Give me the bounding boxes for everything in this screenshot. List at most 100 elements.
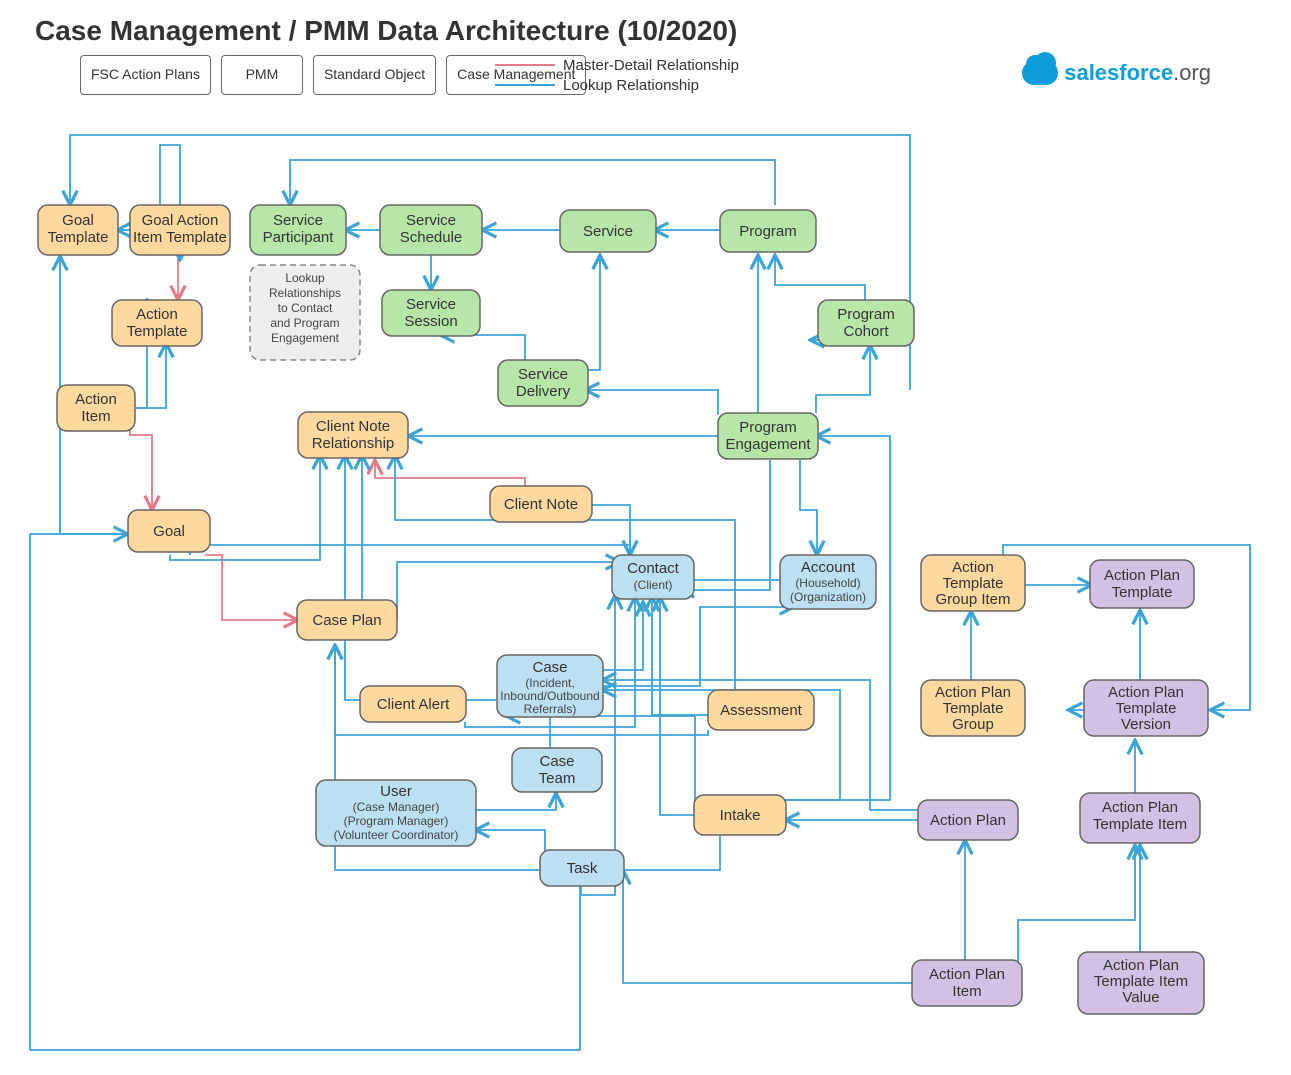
node-at-group-item: ActionTemplateGroup Item [921, 555, 1025, 611]
svg-text:Relationship: Relationship [312, 435, 395, 452]
svg-text:Action Plan: Action Plan [1102, 799, 1178, 816]
svg-text:Template: Template [943, 700, 1004, 717]
svg-text:Template: Template [48, 229, 109, 246]
svg-text:Service: Service [273, 212, 323, 229]
node-lookup-note: LookupRelationshipsto Contactand Program… [250, 265, 360, 360]
svg-text:Service: Service [583, 223, 633, 240]
svg-text:Template Item: Template Item [1094, 973, 1188, 990]
svg-text:Assessment: Assessment [720, 702, 803, 719]
node-action-plan: Action Plan [918, 800, 1018, 840]
node-ap-template: Action PlanTemplate [1090, 560, 1194, 608]
svg-text:and Program: and Program [270, 316, 339, 330]
svg-text:Service: Service [518, 366, 568, 383]
node-service-participant: ServiceParticipant [250, 205, 346, 255]
node-service-session: ServiceSession [382, 290, 480, 336]
svg-text:Action: Action [75, 391, 117, 408]
svg-text:Service: Service [406, 212, 456, 229]
node-assessment: Assessment [708, 690, 814, 730]
svg-text:Delivery: Delivery [516, 383, 571, 400]
svg-text:Group: Group [952, 716, 994, 733]
svg-text:Action Plan: Action Plan [929, 966, 1005, 983]
svg-text:Goal: Goal [153, 523, 185, 540]
svg-text:Client Note: Client Note [316, 418, 390, 435]
svg-text:Goal: Goal [62, 212, 94, 229]
node-program: Program [720, 210, 816, 252]
svg-text:Task: Task [567, 860, 598, 877]
svg-text:(Incident,: (Incident, [525, 676, 574, 690]
svg-text:Inbound/Outbound: Inbound/Outbound [500, 689, 599, 703]
svg-text:Action: Action [136, 306, 178, 323]
svg-text:(Organization): (Organization) [790, 590, 866, 604]
node-service-schedule: ServiceSchedule [380, 205, 482, 255]
node-account: Account(Household)(Organization) [780, 555, 876, 609]
node-service: Service [560, 210, 656, 252]
architecture-diagram: GoalTemplate Goal ActionItem Template Se… [0, 0, 1291, 1075]
svg-text:Program: Program [739, 223, 797, 240]
svg-text:Client Alert: Client Alert [377, 696, 450, 713]
node-goal-template: GoalTemplate [38, 205, 118, 255]
node-intake: Intake [694, 795, 786, 835]
svg-text:Item Template: Item Template [133, 229, 227, 246]
node-goal: Goal [128, 510, 210, 552]
svg-text:Client Note: Client Note [504, 496, 578, 513]
node-client-note: Client Note [490, 486, 592, 522]
svg-text:Relationships: Relationships [269, 286, 341, 300]
node-goal-action-item-template: Goal ActionItem Template [130, 205, 230, 255]
svg-text:Goal Action: Goal Action [142, 212, 219, 229]
svg-text:Engagement: Engagement [725, 436, 811, 453]
svg-text:Item: Item [952, 983, 981, 1000]
svg-text:(Case Manager): (Case Manager) [353, 800, 440, 814]
svg-text:Lookup: Lookup [285, 271, 325, 285]
svg-text:Program: Program [837, 306, 895, 323]
svg-text:Template: Template [1116, 700, 1177, 717]
svg-text:Action: Action [952, 559, 994, 576]
node-program-cohort: ProgramCohort [818, 300, 914, 346]
svg-text:Schedule: Schedule [400, 229, 463, 246]
svg-text:Session: Session [404, 313, 457, 330]
svg-text:(Volunteer Coordinator): (Volunteer Coordinator) [334, 828, 459, 842]
svg-text:Referrals): Referrals) [524, 702, 577, 716]
svg-text:Action Plan: Action Plan [1108, 684, 1184, 701]
svg-text:Template: Template [127, 323, 188, 340]
node-ap-item: Action PlanItem [912, 960, 1022, 1006]
node-client-note-relationship: Client NoteRelationship [298, 412, 408, 458]
node-client-alert: Client Alert [360, 686, 466, 722]
node-action-template: ActionTemplate [112, 300, 202, 346]
svg-text:Contact: Contact [627, 560, 680, 577]
svg-text:Value: Value [1122, 989, 1159, 1006]
svg-text:(Household): (Household) [795, 576, 860, 590]
svg-text:Template: Template [943, 575, 1004, 592]
svg-text:Action Plan: Action Plan [935, 684, 1011, 701]
svg-text:Action Plan: Action Plan [1103, 957, 1179, 974]
svg-text:Case: Case [532, 659, 567, 676]
svg-text:(Client): (Client) [634, 578, 673, 592]
svg-text:to Contact: to Contact [278, 301, 333, 315]
svg-text:Action Plan: Action Plan [1104, 567, 1180, 584]
svg-text:User: User [380, 783, 412, 800]
node-ap-tmpl-item-value: Action PlanTemplate ItemValue [1078, 952, 1204, 1014]
svg-text:Version: Version [1121, 716, 1171, 733]
node-service-delivery: ServiceDelivery [498, 360, 588, 406]
node-user: User(Case Manager)(Program Manager)(Volu… [316, 780, 476, 846]
node-action-item: ActionItem [57, 385, 135, 431]
svg-text:Template: Template [1112, 584, 1173, 601]
node-case: Case(Incident,Inbound/OutboundReferrals) [497, 655, 603, 717]
svg-text:Group Item: Group Item [935, 591, 1010, 608]
svg-text:Intake: Intake [720, 807, 761, 824]
svg-text:Engagement: Engagement [271, 331, 340, 345]
node-ap-template-item: Action PlanTemplate Item [1080, 793, 1200, 843]
svg-text:Account: Account [801, 559, 856, 576]
svg-text:Service: Service [406, 296, 456, 313]
svg-text:Item: Item [81, 408, 110, 425]
svg-text:(Program Manager): (Program Manager) [344, 814, 449, 828]
svg-text:Template Item: Template Item [1093, 816, 1187, 833]
svg-text:Team: Team [539, 770, 576, 787]
node-task: Task [540, 850, 624, 886]
node-case-team: CaseTeam [512, 748, 602, 792]
svg-text:Participant: Participant [263, 229, 335, 246]
node-program-engagement: ProgramEngagement [718, 413, 818, 459]
node-case-plan: Case Plan [297, 600, 397, 640]
svg-text:Case Plan: Case Plan [312, 612, 381, 629]
svg-text:Cohort: Cohort [843, 323, 889, 340]
svg-text:Case: Case [539, 753, 574, 770]
